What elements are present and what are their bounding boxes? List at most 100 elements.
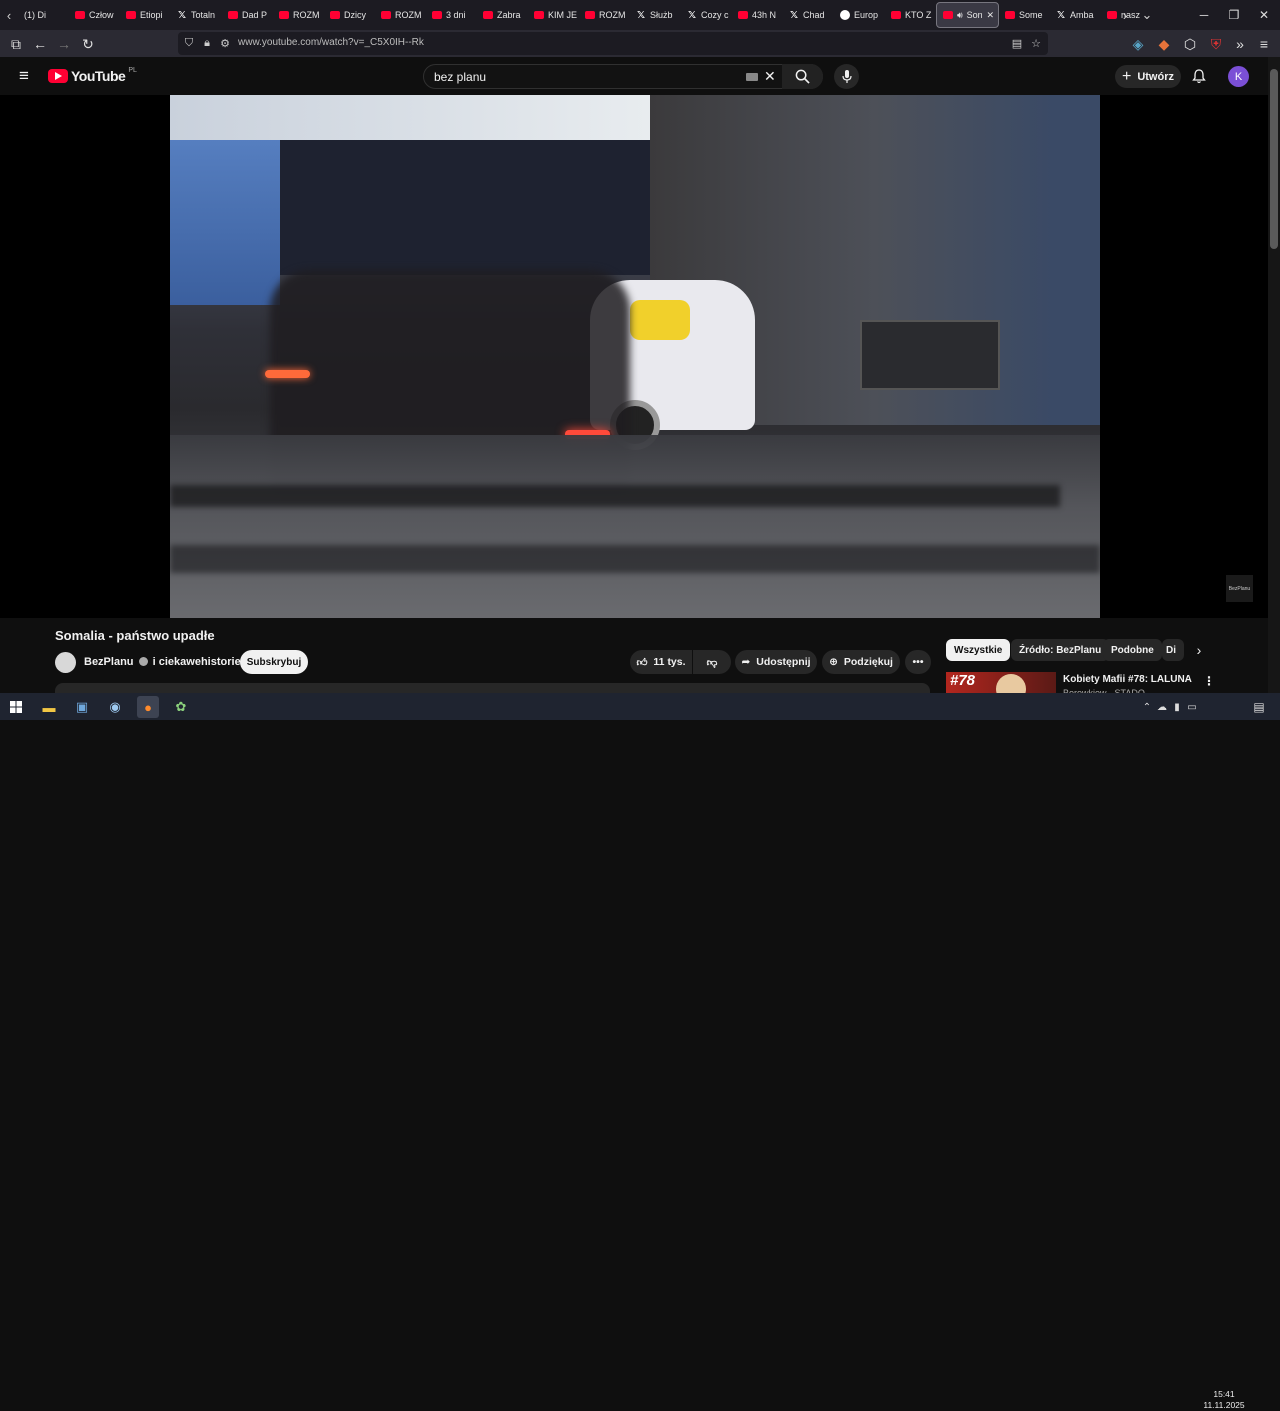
tab-view-icon[interactable]: ⧉ bbox=[6, 34, 26, 54]
tab-label: ROZM bbox=[599, 10, 626, 20]
computer-icon[interactable]: ▣ bbox=[71, 696, 93, 718]
clear-search-icon[interactable]: ✕ bbox=[764, 68, 776, 85]
extensions-puzzle-icon[interactable]: ⬡ bbox=[1180, 34, 1200, 54]
video-player[interactable]: BezPlanu bbox=[0, 95, 1268, 618]
tab-list-dropdown-icon[interactable]: ⌄ bbox=[1138, 0, 1156, 30]
browser-tab[interactable]: 🔊︎ Son ✕ bbox=[936, 2, 999, 28]
search-icon bbox=[795, 69, 810, 84]
browser-tab[interactable]: ROZM bbox=[579, 2, 630, 28]
tab-label: Dzicy bbox=[344, 10, 366, 20]
search-input-value[interactable]: bez planu bbox=[434, 70, 486, 84]
browser-tab[interactable]: 3 dni bbox=[426, 2, 477, 28]
browser-tab[interactable]: 43h N bbox=[732, 2, 783, 28]
url-text[interactable]: www.youtube.com/watch?v=_C5X0IH--Rk bbox=[238, 37, 424, 48]
close-tab-icon[interactable]: ✕ bbox=[986, 10, 998, 21]
lock-icon[interactable]: 🔒︎ bbox=[200, 36, 214, 50]
chip-all[interactable]: Wszystkie bbox=[946, 639, 1011, 661]
tab-scroll-left-icon[interactable]: ‹ bbox=[0, 0, 18, 30]
restore-icon[interactable]: ❐ bbox=[1218, 0, 1250, 30]
channel-collab[interactable]: i ciekawehistorie bbox=[153, 656, 241, 668]
notification-center-icon[interactable]: ▤ bbox=[1248, 696, 1270, 718]
browser-tab[interactable]: KTO Z bbox=[885, 2, 936, 28]
youtube-favicon-icon bbox=[381, 11, 391, 19]
channel-name[interactable]: BezPlanu bbox=[84, 656, 134, 668]
video-frame[interactable] bbox=[170, 95, 1100, 618]
browser-tab[interactable]: Zabra bbox=[477, 2, 528, 28]
browser-tab[interactable]: Some bbox=[999, 2, 1050, 28]
system-clock[interactable]: 15:41 11.11.2025 bbox=[1196, 1389, 1252, 1411]
more-actions-button[interactable]: ••• bbox=[905, 650, 931, 674]
back-icon[interactable]: ← bbox=[30, 34, 50, 54]
permissions-icon[interactable]: ⚙ bbox=[218, 36, 232, 50]
browser-tab[interactable]: ROZM bbox=[273, 2, 324, 28]
extension-fox-icon[interactable]: ◆ bbox=[1154, 34, 1174, 54]
browser-tab[interactable]: (1) Di bbox=[18, 2, 69, 28]
channel-name-row[interactable]: BezPlanu i ciekawehistorie bbox=[84, 656, 241, 668]
share-button[interactable]: ➦ Udostępnij bbox=[735, 650, 817, 674]
youtube-favicon-icon bbox=[1005, 11, 1015, 19]
bookmark-star-icon[interactable]: ☆ bbox=[1029, 36, 1043, 50]
page-scrollbar[interactable] bbox=[1268, 57, 1280, 693]
browser-tab[interactable]: Dad P bbox=[222, 2, 273, 28]
channel-avatar[interactable] bbox=[55, 652, 76, 673]
thumbs-up-icon: 👍︎ bbox=[636, 656, 648, 669]
youtube-header: ≡ YouTube PL bez planu ✕ + Utwórz K bbox=[0, 57, 1268, 95]
taillight bbox=[265, 370, 310, 378]
firefox-icon[interactable]: ● bbox=[137, 696, 159, 718]
network-icon[interactable]: ▭ bbox=[1181, 696, 1203, 718]
windows-start-icon[interactable] bbox=[5, 696, 27, 718]
dislike-button[interactable]: 👎︎ bbox=[693, 650, 731, 674]
ublock-icon[interactable]: ⛨ bbox=[1206, 34, 1226, 54]
steam-icon[interactable]: ◉ bbox=[104, 696, 126, 718]
chip-source[interactable]: Źródło: BezPlanu bbox=[1011, 639, 1110, 661]
browser-tab[interactable]: 𝕏 Cozy c bbox=[681, 2, 732, 28]
like-button[interactable]: 👍︎ 11 tys. bbox=[630, 650, 692, 674]
app-icon[interactable]: ✿ bbox=[170, 696, 192, 718]
recommended-more-icon[interactable]: ⋮ bbox=[1203, 674, 1215, 688]
search-input[interactable]: bez planu ✕ bbox=[423, 64, 823, 89]
windows-taskbar: ▬ ▣ ◉ ● ✿ ⌃ ☁ ▮ ▭ 15:41 11.11.2025 ▤ bbox=[0, 693, 1280, 1410]
browser-tab[interactable]: Dzicy bbox=[324, 2, 375, 28]
notifications-bell-icon[interactable] bbox=[1190, 67, 1208, 85]
account-avatar[interactable]: K bbox=[1228, 66, 1249, 87]
youtube-logo[interactable]: YouTube PL bbox=[48, 67, 137, 84]
recommended-thumbnail[interactable]: #78 bbox=[946, 672, 1056, 693]
recommended-title[interactable]: Kobiety Mafii #78: LALUNA bbox=[1063, 674, 1192, 685]
browser-tab[interactable]: Etiopi bbox=[120, 2, 171, 28]
channel-watermark[interactable]: BezPlanu bbox=[1226, 575, 1253, 602]
chip-more[interactable]: Di bbox=[1162, 639, 1184, 661]
scrollbar-thumb[interactable] bbox=[1270, 69, 1278, 249]
close-window-icon[interactable]: ✕ bbox=[1248, 0, 1280, 30]
create-button[interactable]: + Utwórz bbox=[1115, 65, 1181, 88]
browser-tab[interactable]: 𝕏 Służb bbox=[630, 2, 681, 28]
keyboard-icon[interactable] bbox=[746, 73, 758, 81]
chip-related[interactable]: Podobne bbox=[1103, 639, 1162, 661]
browser-tab[interactable]: Człow bbox=[69, 2, 120, 28]
chips-next-icon[interactable]: › bbox=[1190, 641, 1208, 659]
voice-search-button[interactable] bbox=[834, 64, 859, 89]
subscribe-button[interactable]: Subskrybuj bbox=[240, 650, 308, 674]
forward-icon[interactable]: → bbox=[54, 34, 74, 54]
reload-icon[interactable]: ↻ bbox=[78, 34, 98, 54]
hamburger-menu-icon[interactable]: ≡ bbox=[14, 66, 34, 85]
speaker-icon[interactable]: 🔊︎ bbox=[957, 10, 963, 21]
extension-shield-icon[interactable]: ◈ bbox=[1128, 34, 1148, 54]
search-button[interactable] bbox=[782, 64, 823, 89]
browser-tab[interactable]: 𝕏 Amba bbox=[1050, 2, 1101, 28]
thanks-button[interactable]: ⊕ Podziękuj bbox=[822, 650, 900, 674]
minimize-icon[interactable]: ─ bbox=[1188, 0, 1220, 30]
tab-scroll-right-icon[interactable]: › bbox=[1116, 0, 1134, 30]
description-box[interactable] bbox=[55, 683, 930, 693]
reader-view-icon[interactable]: ▤ bbox=[1010, 36, 1024, 50]
browser-tab[interactable]: 𝕏 Totaln bbox=[171, 2, 222, 28]
browser-tab[interactable]: ROZM bbox=[375, 2, 426, 28]
tab-label: Etiopi bbox=[140, 10, 163, 20]
url-bar[interactable]: ⛉ 🔒︎ ⚙ www.youtube.com/watch?v=_C5X0IH--… bbox=[178, 32, 1048, 55]
overflow-chevron-icon[interactable]: » bbox=[1230, 34, 1250, 54]
app-menu-icon[interactable]: ≡ bbox=[1254, 34, 1274, 54]
browser-tab[interactable]: Europ bbox=[834, 2, 885, 28]
browser-tab[interactable]: 𝕏 Chad bbox=[783, 2, 834, 28]
browser-tab[interactable]: KIM JE bbox=[528, 2, 579, 28]
shield-icon[interactable]: ⛉ bbox=[182, 36, 196, 50]
file-explorer-icon[interactable]: ▬ bbox=[38, 696, 60, 718]
